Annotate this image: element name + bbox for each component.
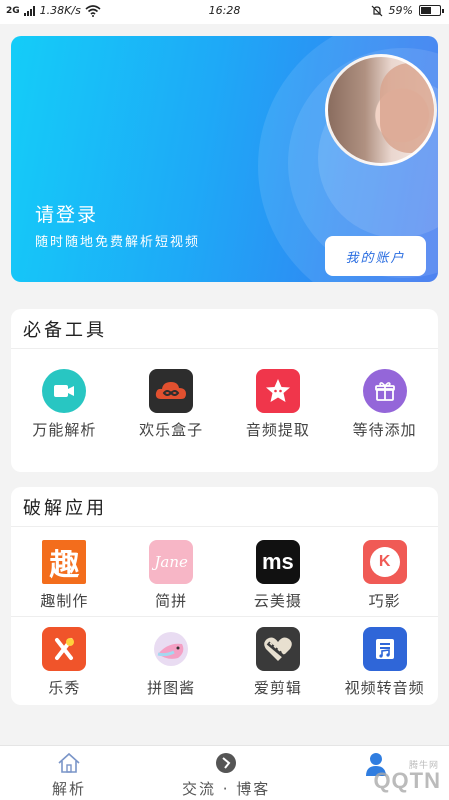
battery-fill xyxy=(421,7,432,14)
tool-label: 万能解析 xyxy=(32,421,97,439)
app-label: 云美摄 xyxy=(253,592,302,610)
tool-universal-parse[interactable]: 万能解析 xyxy=(11,369,118,440)
star-face-icon xyxy=(255,369,300,413)
lexiu-icon xyxy=(42,627,87,671)
battery-percent: 59% xyxy=(388,4,413,17)
app-label: 趣制作 xyxy=(40,592,89,610)
music-convert-icon xyxy=(362,627,407,671)
tab-label: 解析 xyxy=(52,780,87,798)
app-video-to-audio[interactable]: 视频转音频 xyxy=(331,627,438,698)
compass-icon xyxy=(216,753,237,773)
video-camera-icon xyxy=(42,369,87,413)
app-lexiu[interactable]: 乐秀 xyxy=(11,627,118,698)
app-label: 乐秀 xyxy=(48,679,81,697)
section-title: 破解应用 xyxy=(11,487,438,527)
cloud-infinity-icon xyxy=(149,369,194,413)
tool-label: 欢乐盒子 xyxy=(139,421,204,439)
battery-icon xyxy=(419,5,444,16)
watermark-text: QQTN xyxy=(373,768,441,793)
avatar[interactable] xyxy=(325,54,437,166)
login-subtitle: 随时随地免费解析短视频 xyxy=(35,235,201,250)
login-prompt[interactable]: 请登录 xyxy=(35,200,98,227)
app-yunmeishe[interactable]: ms 云美摄 xyxy=(225,540,332,616)
app-quzhizuo[interactable]: 趣 趣制作 xyxy=(11,540,118,616)
app-label: 简拼 xyxy=(155,592,188,610)
mute-bell-icon xyxy=(371,5,382,16)
login-card[interactable]: 请登录 随时随地免费解析短视频 我的账户 xyxy=(11,36,438,282)
tool-audio-extract[interactable]: 音频提取 xyxy=(225,369,332,440)
tool-pending[interactable]: 等待添加 xyxy=(331,369,438,440)
qu-icon: 趣 xyxy=(42,540,87,584)
bird-icon xyxy=(149,627,194,671)
app-qiaoying[interactable]: K 巧影 xyxy=(331,540,438,616)
tab-community-blog[interactable]: 交流 · 博客 xyxy=(182,752,270,799)
tools-section: 必备工具 万能解析 欢乐盒子 音频提取 等待添加 xyxy=(11,309,438,472)
app-label: 拼图酱 xyxy=(147,679,196,697)
app-label: 巧影 xyxy=(368,592,401,610)
tools-grid: 万能解析 欢乐盒子 音频提取 等待添加 xyxy=(11,349,438,440)
apps-section: 破解应用 趣 趣制作 Jane 简拼 ms 云美摄 K 巧影 乐秀 拼图酱 爱剪… xyxy=(11,487,438,705)
tab-label: 交流 · 博客 xyxy=(182,780,271,798)
app-jianpin[interactable]: Jane 简拼 xyxy=(118,540,225,616)
app-aijianji[interactable]: 爱剪辑 xyxy=(225,627,332,698)
status-right: 59% xyxy=(371,4,444,17)
my-account-button[interactable]: 我的账户 xyxy=(325,236,426,276)
home-icon xyxy=(58,752,80,773)
bottom-tab-bar: 解析 交流 · 博客 QQTN 腾牛网 xyxy=(0,745,449,800)
jane-icon: Jane xyxy=(149,540,194,584)
avatar-detail xyxy=(380,63,434,153)
apps-grid-row-1: 趣 趣制作 Jane 简拼 ms 云美摄 K 巧影 xyxy=(11,527,438,616)
tool-happy-box[interactable]: 欢乐盒子 xyxy=(118,369,225,440)
kinemaster-icon: K xyxy=(362,540,407,584)
tab-parse[interactable]: 解析 xyxy=(52,752,86,799)
apps-grid-row-2: 乐秀 拼图酱 爱剪辑 视频转音频 xyxy=(11,617,438,698)
watermark-small: 腾牛网 xyxy=(408,760,439,770)
watermark-logo: QQTN 腾牛网 xyxy=(373,760,441,794)
gift-icon xyxy=(362,369,407,413)
section-title: 必备工具 xyxy=(11,309,438,349)
tool-label: 等待添加 xyxy=(352,421,417,439)
status-bar: 2G 1.38K/s 16:28 59% xyxy=(0,0,449,24)
ms-icon: ms xyxy=(255,540,300,584)
app-label: 视频转音频 xyxy=(344,679,425,697)
heart-film-icon xyxy=(255,627,300,671)
app-pintujiang[interactable]: 拼图酱 xyxy=(118,627,225,698)
tool-label: 音频提取 xyxy=(245,421,310,439)
app-label: 爱剪辑 xyxy=(253,679,302,697)
